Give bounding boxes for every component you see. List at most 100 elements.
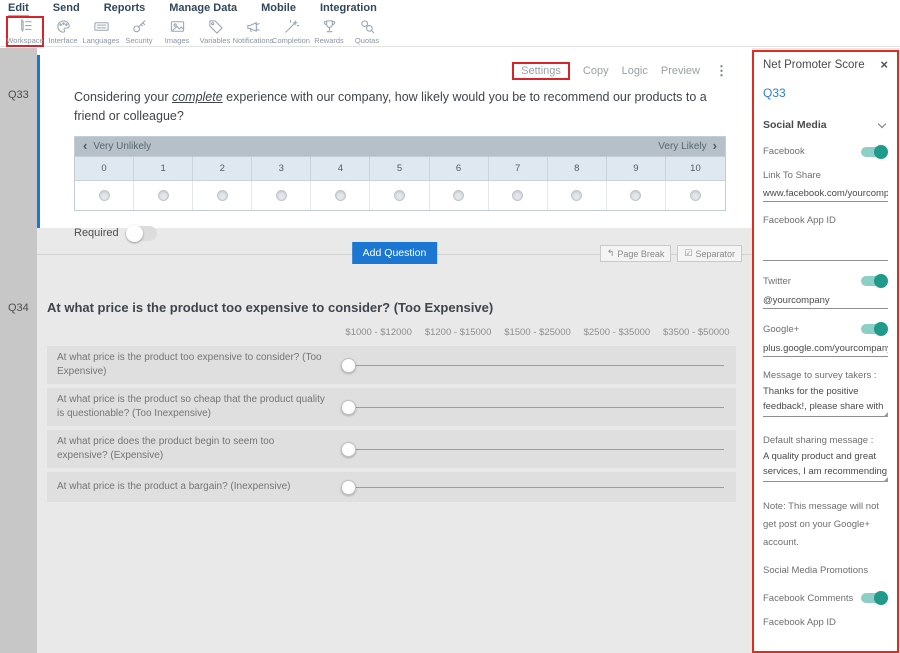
toolbar-item-label: Interface [48,36,77,45]
scale-left-label: Very Unlikely [93,141,151,152]
images-icon [168,18,187,35]
scale-radio-button[interactable] [690,190,701,201]
scale-point-label: 2 [193,157,252,180]
slider-handle[interactable] [341,400,356,415]
scale-radio-button[interactable] [512,190,523,201]
message-textarea[interactable]: A quality product and great services, I … [763,450,888,482]
scale-option-cell [548,181,607,210]
menu-item[interactable]: Send [53,2,80,15]
toolbar-item-label: Quotas [355,36,379,45]
scale-option-cell [489,181,548,210]
question-action-button[interactable]: Settings [512,62,570,80]
scale-radio-button[interactable] [276,190,287,201]
field-label: Facebook App ID [763,214,888,227]
text-input[interactable] [763,185,888,202]
question-action-button[interactable]: Logic [622,65,648,77]
scale-right-arrow-icon[interactable]: › [713,141,717,151]
notifications-icon [244,18,263,35]
variables-icon [206,18,225,35]
field-label: Link To Share [763,169,888,182]
toolbar-item[interactable]: Languages [82,16,120,47]
menu-item[interactable]: Integration [320,2,377,15]
price-slider [341,442,726,457]
question-text-q33[interactable]: Considering your complete experience wit… [74,88,726,127]
question-action-button[interactable]: Copy [583,65,609,77]
slider-row: At what price is the product too expensi… [47,346,736,384]
toolbar-item[interactable]: Workspace [6,16,44,47]
more-options-icon[interactable]: ⋮ [713,63,730,79]
slider-row: At what price is the product a bargain? … [47,472,736,502]
required-label: Required [74,227,119,239]
toolbar-item[interactable]: Interface [44,16,82,47]
scale-radio-button[interactable] [99,190,110,201]
toolbar-item[interactable]: Variables [196,16,234,47]
toolbar-item[interactable]: Images [158,16,196,47]
text-input[interactable] [763,340,888,357]
add-question-button[interactable]: Add Question [352,242,438,264]
toggle-label: Facebook [763,146,805,157]
price-range-label: $1000 - $12000 [339,327,418,338]
scale-left-arrow-icon[interactable]: ‹ [83,141,87,151]
toggle-switch[interactable] [861,147,885,157]
interface-icon [54,18,73,35]
question-title-q34[interactable]: At what price is the product too expensi… [47,300,493,315]
text-input[interactable] [763,244,888,261]
question-text-part: Considering your [74,90,172,104]
slider-handle[interactable] [341,442,356,457]
nps-scale-options [75,180,725,210]
scale-point-label: 1 [134,157,193,180]
scale-radio-button[interactable] [158,190,169,201]
menu-item[interactable]: Edit [8,2,29,17]
scale-option-cell [607,181,666,210]
question-card-q33: Settings Copy Logic Preview ⋮ Considerin… [37,55,752,228]
question-number-gutter: Q33 Q34 [0,48,37,653]
required-toggle[interactable] [127,226,157,241]
page-break-button[interactable]: ↰ Page Break [600,245,672,262]
toggle-label: Facebook Comments [763,593,853,604]
toolbar-item[interactable]: Completion [272,16,310,47]
toolbar-item[interactable]: Rewards [310,16,348,47]
scale-radio-button[interactable] [394,190,405,201]
question-settings-panel: Net Promoter Score × Q33 Social Media Fa… [752,50,899,653]
toggle-switch[interactable] [861,324,885,334]
toggle-switch[interactable] [861,276,885,286]
field-label: Social Media Promotions [763,564,888,577]
toolbar-item[interactable]: Security [120,16,158,47]
separator-button[interactable]: ☑ Separator [677,245,742,262]
toolbar-item-label: Images [165,36,190,45]
toolbar-item[interactable]: Quotas [348,16,386,47]
scale-radio-button[interactable] [217,190,228,201]
slider-row-label: At what price is the product a bargain? … [57,480,341,494]
text-input[interactable] [763,645,888,653]
menu-item[interactable]: Mobile [261,2,296,15]
slider-handle[interactable] [341,480,356,495]
text-input[interactable] [763,292,888,309]
scale-radio-button[interactable] [335,190,346,201]
scale-radio-button[interactable] [630,190,641,201]
price-slider [341,358,726,373]
question-text-emphasis: complete [172,90,223,104]
scale-point-label: 4 [311,157,370,180]
menu-item[interactable]: Manage Data [169,2,237,15]
top-menu: Edit Send Reports Manage Data Mobile Int… [0,0,900,15]
slider-handle[interactable] [341,358,356,373]
slider-row-label: At what price is the product so cheap th… [57,393,341,421]
scale-point-label: 6 [430,157,489,180]
toggle-switch[interactable] [861,593,885,603]
toolbar-item[interactable]: Notifications [234,16,272,47]
page-break-icon: ↰ [607,248,615,259]
scale-point-label: 0 [75,157,134,180]
toolbar-item-label: Variables [200,36,231,45]
close-icon[interactable]: × [880,60,888,70]
scale-radio-button[interactable] [571,190,582,201]
scale-point-label: 9 [607,157,666,180]
menu-item[interactable]: Reports [104,2,146,15]
scale-radio-button[interactable] [453,190,464,201]
scale-option-cell [311,181,370,210]
question-number-q33: Q33 [8,89,29,101]
social-media-section-header[interactable]: Social Media [763,119,888,131]
question-action-button[interactable]: Preview [661,65,700,77]
nps-scale-header: ‹ Very Unlikely Very Likely › [75,137,725,156]
page-break-label: Page Break [617,249,664,259]
message-textarea[interactable]: Thanks for the positive feedback!, pleas… [763,385,888,417]
